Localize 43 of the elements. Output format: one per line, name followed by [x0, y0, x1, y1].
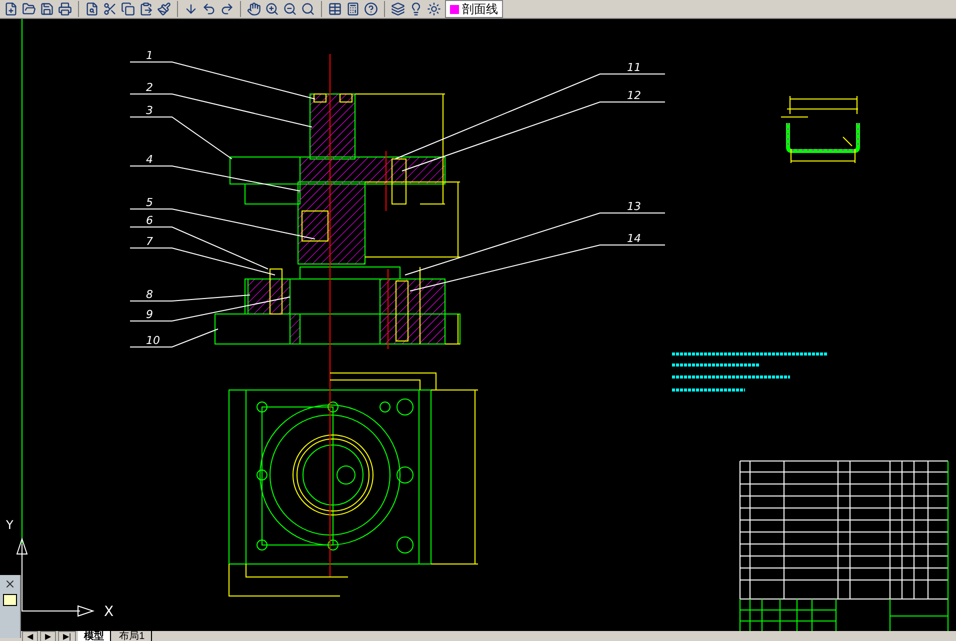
part-number: 8 — [146, 288, 153, 301]
tab-nav-button[interactable]: ▶| — [58, 631, 76, 641]
zoom-in-icon[interactable] — [265, 2, 279, 16]
close-icon[interactable] — [4, 578, 16, 590]
tab-nav-button[interactable]: ▶ — [40, 631, 56, 641]
part-number: 3 — [146, 104, 153, 117]
sun-icon[interactable] — [427, 2, 441, 16]
part-number: 10 — [146, 334, 160, 347]
part-number: 4 — [146, 153, 153, 166]
part-number: 9 — [146, 308, 153, 321]
folder-icon[interactable] — [22, 2, 36, 16]
lightbulb-icon[interactable] — [409, 2, 423, 16]
part-number: 6 — [146, 214, 153, 227]
scissors-icon[interactable] — [103, 2, 117, 16]
hand-icon[interactable] — [247, 2, 261, 16]
table-icon[interactable] — [328, 2, 342, 16]
save-icon[interactable] — [40, 2, 54, 16]
part-number: 13 — [627, 200, 641, 213]
file-icon[interactable] — [4, 2, 18, 16]
copy-icon[interactable] — [121, 2, 135, 16]
part-number: 7 — [146, 235, 153, 248]
redo-icon[interactable] — [220, 2, 234, 16]
part-number: 11 — [627, 61, 641, 74]
part-number: 14 — [627, 232, 641, 245]
printer-icon[interactable] — [58, 2, 72, 16]
zoom-out-icon[interactable] — [283, 2, 297, 16]
window-icon[interactable] — [3, 594, 17, 606]
part-number: 12 — [627, 89, 641, 102]
undo-icon[interactable] — [202, 2, 216, 16]
help-icon[interactable] — [364, 2, 378, 16]
calculator-icon[interactable] — [346, 2, 360, 16]
layer-dropdown[interactable]: 剖面线 — [445, 0, 503, 18]
layout-tab[interactable]: 模型 — [78, 631, 112, 641]
layer-color-swatch — [450, 4, 459, 14]
paintbrush-icon[interactable] — [157, 2, 171, 16]
part-number: 5 — [146, 196, 153, 209]
file-search-icon[interactable] — [85, 2, 99, 16]
layers-icon[interactable] — [391, 2, 405, 16]
search-icon[interactable] — [301, 2, 315, 16]
tab-nav-button[interactable]: ◀ — [22, 631, 38, 641]
part-number: 2 — [146, 81, 153, 94]
clipboard-icon[interactable] — [139, 2, 153, 16]
part-number: 1 — [146, 49, 153, 62]
